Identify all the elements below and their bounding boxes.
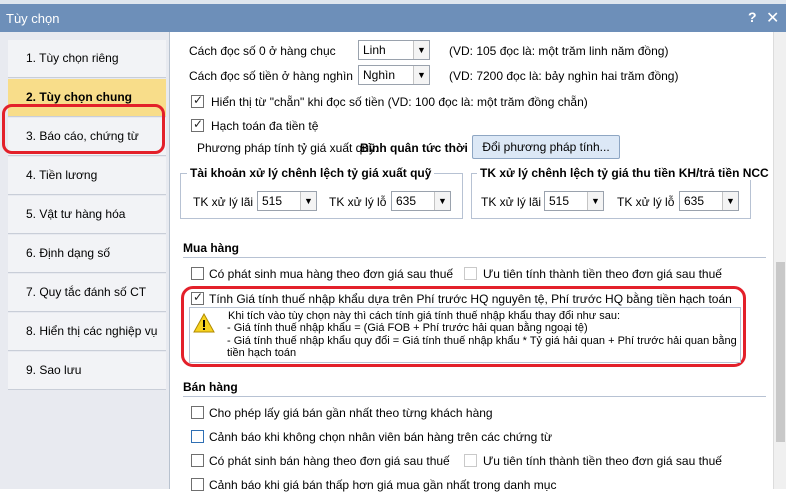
chevron-down-icon: ▼ bbox=[587, 192, 603, 210]
main-panel: Cách đọc số 0 ở hàng chục Linh ▼ (VD: 105… bbox=[171, 32, 773, 492]
right-loss-label: TK xử lý lỗ bbox=[617, 195, 675, 209]
group-cash-out-title: Tài khoản xử lý chênh lệch tỷ giá xuất q… bbox=[187, 166, 435, 180]
annotation-highlight-sidebar bbox=[2, 104, 165, 154]
sidebar-item-label: 9. Sao lưu bbox=[26, 363, 82, 377]
warning-line-3: - Giá tính thuế nhập khẩu quy đổi = Giá … bbox=[227, 335, 737, 347]
show-chan-label: Hiển thị từ "chẵn" khi đọc số tiền (VD: … bbox=[211, 95, 588, 109]
left-loss-label: TK xử lý lỗ bbox=[329, 195, 387, 209]
sales-nearest-price-label: Cho phép lấy giá bán gần nhất theo từng … bbox=[209, 406, 493, 420]
sidebar-item-label: 4. Tiền lương bbox=[26, 168, 98, 182]
purchase-section-divider bbox=[183, 257, 766, 258]
import-tax-checkbox[interactable] bbox=[191, 290, 204, 305]
vertical-scrollbar[interactable] bbox=[773, 32, 786, 489]
purchase-priority-label: Ưu tiên tính thành tiền theo đơn giá sau… bbox=[483, 267, 722, 281]
sidebar-item-label: 7. Quy tắc đánh số CT bbox=[26, 285, 147, 299]
sales-after-tax-label: Có phát sinh bán hàng theo đơn giá sau t… bbox=[209, 454, 450, 468]
sidebar-item-label: 8. Hiển thị các nghiệp vụ bbox=[26, 324, 158, 338]
sales-warn-staff-label: Cảnh báo khi không chọn nhân viên bán hà… bbox=[209, 430, 552, 444]
purchase-after-tax-checkbox[interactable] bbox=[191, 267, 204, 280]
warning-line-2: - Giá tính thuế nhập khẩu = (Giá FOB + P… bbox=[227, 322, 588, 334]
left-loss-value: 635 bbox=[396, 194, 417, 208]
left-gain-select[interactable]: 515 ▼ bbox=[257, 191, 317, 211]
window-title: Tùy chọn bbox=[6, 11, 60, 26]
sales-after-tax-checkbox[interactable] bbox=[191, 454, 204, 467]
reading-row1-value: Linh bbox=[363, 43, 386, 57]
reading-row1-select[interactable]: Linh ▼ bbox=[358, 40, 430, 60]
close-icon[interactable]: ✕ bbox=[766, 8, 779, 28]
multi-currency-label: Hạch toán đa tiền tệ bbox=[211, 119, 319, 133]
sidebar-item-personal-options[interactable]: 1. Tùy chọn riêng bbox=[8, 40, 166, 78]
sidebar-item-salary[interactable]: 4. Tiền lương bbox=[8, 157, 166, 195]
sidebar-item-display-operations[interactable]: 8. Hiển thị các nghiệp vụ bbox=[8, 313, 166, 351]
sales-nearest-price-checkbox[interactable] bbox=[191, 406, 204, 419]
sidebar-item-numbering-rules[interactable]: 7. Quy tắc đánh số CT bbox=[8, 274, 166, 312]
sales-section-title: Bán hàng bbox=[183, 380, 238, 394]
sidebar-item-label: 5. Vật tư hàng hóa bbox=[26, 207, 126, 221]
sidebar-item-backup[interactable]: 9. Sao lưu bbox=[8, 352, 166, 390]
title-bar: Tùy chọn ? ✕ bbox=[0, 4, 786, 32]
change-method-button[interactable]: Đổi phương pháp tính... bbox=[472, 135, 620, 159]
warning-line-1: Khi tích vào tùy chọn này thì cách tính … bbox=[228, 310, 621, 322]
left-gain-label: TK xử lý lãi bbox=[193, 195, 254, 209]
sidebar-item-label: 2. Tùy chọn chung bbox=[26, 90, 133, 104]
warning-line-4: tiền hạch toán bbox=[227, 347, 297, 359]
sidebar-item-label: 1. Tùy chọn riêng bbox=[26, 51, 119, 65]
group-customer-title: TK xử lý chênh lệch tỷ giá thu tiền KH/t… bbox=[477, 166, 772, 180]
sidebar-item-label: 6. Định dạng số bbox=[26, 246, 111, 260]
chevron-down-icon: ▼ bbox=[300, 192, 316, 210]
chevron-down-icon: ▼ bbox=[413, 41, 429, 59]
sidebar: 1. Tùy chọn riêng 2. Tùy chọn chung 3. B… bbox=[0, 32, 170, 489]
right-gain-value: 515 bbox=[549, 194, 570, 208]
right-gain-select[interactable]: 515 ▼ bbox=[544, 191, 604, 211]
chevron-down-icon: ▼ bbox=[413, 66, 429, 84]
import-tax-label: Tính Giá tính thuế nhập khẩu dựa trên Ph… bbox=[209, 292, 732, 306]
chevron-down-icon: ▼ bbox=[722, 192, 738, 210]
scrollbar-thumb[interactable] bbox=[776, 262, 785, 442]
reading-row2-value: Nghìn bbox=[363, 68, 396, 82]
show-chan-checkbox[interactable] bbox=[191, 93, 204, 108]
right-loss-value: 635 bbox=[684, 194, 705, 208]
right-gain-label: TK xử lý lãi bbox=[481, 195, 542, 209]
reading-row2-select[interactable]: Nghìn ▼ bbox=[358, 65, 430, 85]
reading-row2-example: (VD: 7200 đọc là: bảy nghìn hai trăm đồn… bbox=[449, 69, 679, 83]
reading-row1-label: Cách đọc số 0 ở hàng chục bbox=[189, 44, 336, 58]
rate-method-label: Phương pháp tính tỷ giá xuất quỹ: bbox=[197, 141, 379, 155]
warning-icon bbox=[193, 313, 215, 333]
help-icon[interactable]: ? bbox=[748, 9, 757, 25]
purchase-priority-checkbox[interactable] bbox=[464, 267, 477, 280]
multi-currency-checkbox[interactable] bbox=[191, 117, 204, 132]
left-gain-value: 515 bbox=[262, 194, 283, 208]
sales-priority-label: Ưu tiên tính thành tiền theo đơn giá sau… bbox=[483, 454, 722, 468]
purchase-section-title: Mua hàng bbox=[183, 241, 239, 255]
reading-row1-example: (VD: 105 đọc là: một trăm linh năm đồng) bbox=[449, 44, 669, 58]
sales-priority-checkbox[interactable] bbox=[464, 454, 477, 467]
sales-section-divider bbox=[183, 396, 766, 397]
sales-warn-staff-checkbox[interactable] bbox=[191, 430, 204, 443]
sidebar-item-number-format[interactable]: 6. Định dạng số bbox=[8, 235, 166, 273]
left-loss-select[interactable]: 635 ▼ bbox=[391, 191, 451, 211]
right-loss-select[interactable]: 635 ▼ bbox=[679, 191, 739, 211]
sales-price-warning-checkbox[interactable] bbox=[191, 478, 204, 491]
purchase-after-tax-label: Có phát sinh mua hàng theo đơn giá sau t… bbox=[209, 267, 454, 281]
sales-price-warning-label: Cảnh báo khi giá bán thấp hơn giá mua gầ… bbox=[209, 478, 557, 492]
rate-method-value: Bình quân tức thời bbox=[360, 141, 468, 155]
reading-row2-label: Cách đọc số tiền ở hàng nghìn bbox=[189, 69, 353, 83]
sidebar-item-inventory[interactable]: 5. Vật tư hàng hóa bbox=[8, 196, 166, 234]
chevron-down-icon: ▼ bbox=[434, 192, 450, 210]
